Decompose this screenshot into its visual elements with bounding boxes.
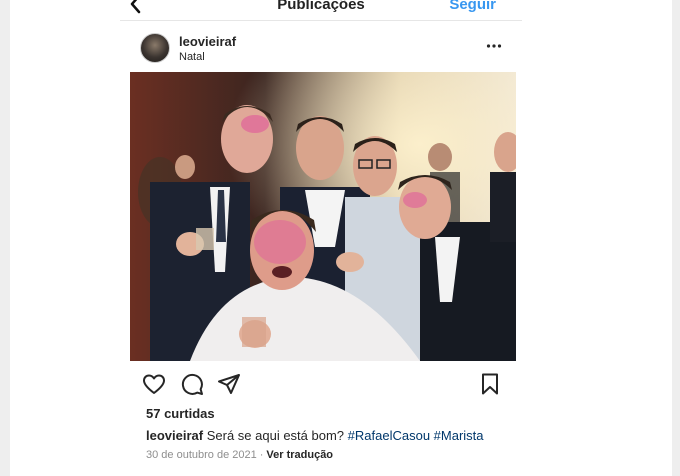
translate-link[interactable]: Ver tradução (266, 449, 333, 461)
bookmark-icon[interactable] (478, 372, 502, 396)
screenshot-frame: Publicações Seguir leovieiraf Natal 57 c… (0, 0, 680, 476)
post-actions (130, 370, 516, 398)
send-icon[interactable] (217, 372, 241, 396)
more-horizontal-icon[interactable] (486, 38, 502, 54)
post-photo[interactable] (130, 72, 516, 361)
avatar[interactable] (140, 33, 170, 63)
hashtag-link[interactable]: #RafaelCasou (348, 428, 430, 443)
post-caption: leovieiraf Será se aqui está bom? #Rafae… (146, 428, 484, 443)
post-location[interactable]: Natal (179, 51, 205, 63)
likes-count[interactable]: 57 curtidas (146, 406, 215, 421)
meta-separator: · (259, 449, 264, 461)
post-username[interactable]: leovieiraf (179, 34, 236, 49)
heart-icon[interactable] (142, 372, 166, 396)
follow-button[interactable]: Seguir (449, 0, 496, 13)
post-header: leovieiraf Natal (130, 30, 516, 66)
post-meta: 30 de outubro de 2021 · Ver tradução (146, 449, 333, 461)
caption-text: Será se aqui está bom? (206, 428, 345, 443)
comment-icon[interactable] (180, 372, 204, 396)
hashtag-link[interactable]: #Marista (434, 428, 484, 443)
caption-username[interactable]: leovieiraf (146, 428, 203, 443)
top-bar: Publicações Seguir (120, 0, 522, 21)
post-date: 30 de outubro de 2021 (146, 449, 257, 461)
